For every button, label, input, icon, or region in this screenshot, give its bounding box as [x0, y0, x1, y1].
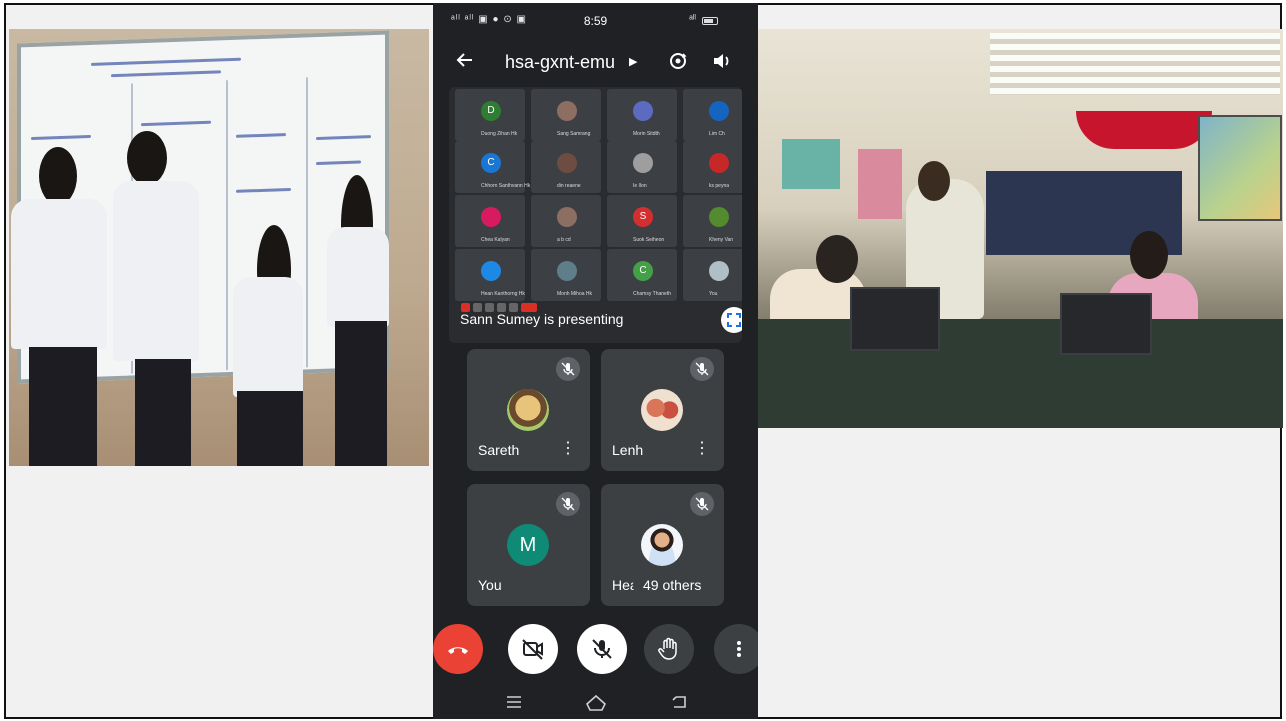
participant-grid-thumbnail: D Duong Zihan Hk Sang Samrang Morin Sitdth L… — [449, 87, 742, 301]
participant-tile[interactable]: Sareth ⋮ — [467, 349, 590, 471]
meeting-code[interactable]: hsa-gxnt-emu — [505, 52, 615, 73]
nav-home-icon[interactable] — [585, 694, 607, 717]
grid-thumbnail: You — [683, 249, 742, 301]
thumbnail-avatar — [557, 101, 577, 121]
participant-name: Sareth — [478, 442, 520, 458]
grid-thumbnail: Morin Sitdth — [607, 89, 677, 141]
presentation-toolbar — [461, 299, 540, 312]
more-vert-icon[interactable]: ⋮ — [694, 441, 710, 457]
meet-top-bar: hsa-gxnt-emu ▶ — [433, 43, 758, 83]
thumbnail-name: Monh Mihoa Hk — [557, 291, 593, 297]
classroom-photo — [9, 29, 429, 466]
presentation-view[interactable]: D Duong Zihan Hk Sang Samrang Morin Sitdth L… — [449, 87, 742, 343]
grid-thumbnail: a b cd — [531, 195, 601, 247]
grid-thumbnail: Ie Ilon — [607, 141, 677, 193]
thumbnail-name: Chea Kalyan — [481, 237, 510, 243]
thumbnail-avatar: C — [633, 261, 653, 281]
participant-name: You — [478, 577, 502, 593]
thumbnail-avatar — [481, 261, 501, 281]
thumbnail-avatar — [709, 261, 729, 281]
speaker-icon[interactable] — [711, 50, 733, 72]
thumbnail-name: ks peyna — [709, 183, 730, 189]
video-off-icon — [522, 639, 543, 660]
grid-thumbnail: Lim Ch — [683, 89, 742, 141]
thumbnail-name: Hean Kanthorng Hk — [481, 291, 525, 297]
participant-tile[interactable]: M You — [467, 484, 590, 606]
grid-thumbnail: Sang Samrang — [531, 89, 601, 141]
mic-off-icon — [592, 639, 612, 659]
mic-off-icon — [556, 492, 580, 516]
presenter-label: Sann Sumey is presenting — [460, 311, 624, 327]
grid-thumbnail: C Chamsy Thaneth — [607, 249, 677, 301]
thumbnail-avatar — [709, 153, 729, 173]
others-count-chip[interactable]: 49 others — [633, 570, 712, 600]
mic-toggle-button[interactable] — [577, 624, 627, 674]
thumbnail-name: Lim Ch — [709, 131, 725, 137]
mic-off-icon — [690, 492, 714, 516]
phone-hangup-icon — [448, 647, 468, 654]
thumbnail-avatar — [709, 101, 729, 121]
signal-icon: ᵃˡˡ — [689, 14, 696, 25]
participant-tile[interactable]: Lenh ⋮ — [601, 349, 724, 471]
thumbnail-avatar — [557, 261, 577, 281]
end-call-button[interactable] — [433, 624, 483, 674]
thumbnail-name: a b cd — [557, 237, 571, 243]
thumbnail-avatar — [557, 153, 577, 173]
fullscreen-icon[interactable] — [721, 307, 742, 333]
status-bar: ᵃˡˡ ᵃˡˡ ▣ ● ⊙ ▣ 8:59 ᵃˡˡ — [433, 3, 758, 39]
avatar — [507, 389, 549, 431]
participant-name: Lenh — [612, 442, 644, 458]
camera-toggle-button[interactable] — [508, 624, 558, 674]
switch-camera-icon[interactable] — [667, 50, 689, 72]
avatar: M — [507, 524, 549, 566]
thumbnail-name: Suok Seiheon — [633, 237, 665, 243]
more-options-button[interactable] — [714, 624, 758, 674]
thumbnail-avatar: C — [481, 153, 501, 173]
grid-thumbnail: ks peyna — [683, 141, 742, 193]
more-vert-icon — [737, 641, 741, 657]
thumbnail-avatar — [557, 207, 577, 227]
wall-map — [1198, 115, 1282, 221]
thumbnail-name: Sang Samrang — [557, 131, 591, 137]
hand-icon — [658, 637, 677, 660]
thumbnail-avatar — [633, 101, 653, 121]
thumbnail-avatar: D — [481, 101, 501, 121]
thumbnail-name: din reaene — [557, 183, 581, 189]
grid-thumbnail: Monh Mihoa Hk — [531, 249, 601, 301]
thumbnail-avatar — [709, 207, 729, 227]
back-arrow-icon[interactable] — [455, 51, 473, 75]
nav-menu-icon[interactable] — [505, 694, 523, 715]
grid-thumbnail: Chea Kalyan — [455, 195, 525, 247]
mic-off-icon — [556, 357, 580, 381]
grid-thumbnail: S Suok Seiheon — [607, 195, 677, 247]
avatar — [641, 389, 683, 431]
thumbnail-name: Chamsy Thaneth — [633, 291, 671, 297]
android-nav-bar — [433, 687, 758, 719]
grid-thumbnail: D Duong Zihan Hk — [455, 89, 525, 141]
thumbnail-avatar — [481, 207, 501, 227]
thumbnail-name: Kheny Van — [709, 237, 734, 243]
grid-thumbnail: C Chhorn Santhvann Hk — [455, 141, 530, 193]
raise-hand-button[interactable] — [644, 624, 694, 674]
mic-off-icon — [690, 357, 714, 381]
thumbnail-avatar: S — [633, 207, 653, 227]
battery-icon — [702, 17, 718, 25]
thumbnail-name: Duong Zihan Hk — [481, 131, 518, 137]
thumbnail-name: Chhorn Santhvann Hk — [481, 183, 531, 189]
grid-thumbnail: din reaene — [531, 141, 601, 193]
thumbnail-name: You — [709, 291, 718, 297]
google-meet-screenshot: ᵃˡˡ ᵃˡˡ ▣ ● ⊙ ▣ 8:59 ᵃˡˡ hsa-gxnt-emu ▶ … — [433, 3, 758, 719]
grid-thumbnail: Hean Kanthorng Hk — [455, 249, 525, 301]
avatar — [641, 524, 683, 566]
thumbnail-avatar — [633, 153, 653, 173]
grid-thumbnail: Kheny Van — [683, 195, 742, 247]
more-vert-icon[interactable]: ⋮ — [560, 441, 576, 457]
chevron-right-icon[interactable]: ▶ — [629, 55, 637, 68]
meeting-room-photo — [758, 29, 1283, 428]
thumbnail-name: Ie Ilon — [633, 183, 647, 189]
thumbnail-name: Morin Sitdth — [633, 131, 660, 137]
nav-back-icon[interactable] — [671, 694, 689, 715]
